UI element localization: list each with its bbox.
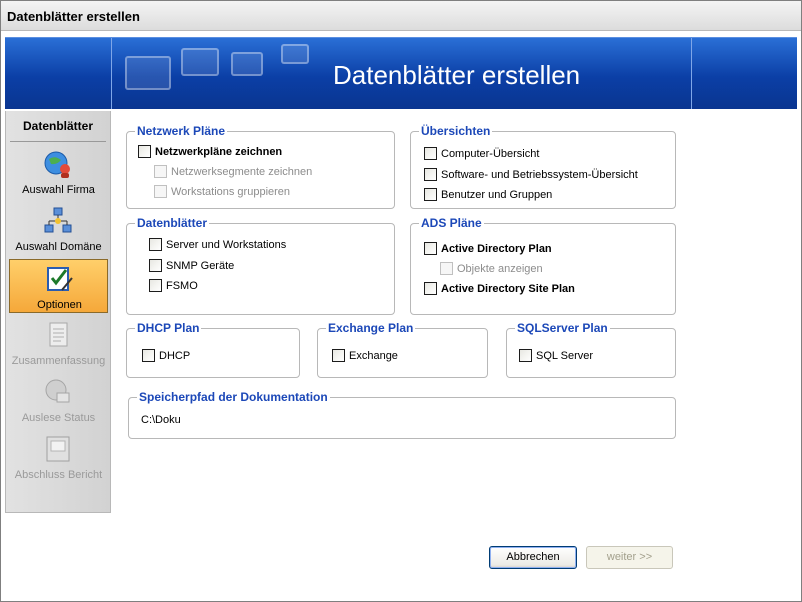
computer-graphic xyxy=(125,56,171,90)
title-bar[interactable]: Datenblätter erstellen xyxy=(1,1,801,31)
computer-graphic xyxy=(281,44,309,64)
nav-item-auswahl-firma[interactable]: Auswahl Firma xyxy=(9,145,108,199)
fsmo-checkbox[interactable]: FSMO xyxy=(149,279,198,292)
checkbox-label: Computer-Übersicht xyxy=(441,147,540,160)
checkbox-box[interactable] xyxy=(138,145,151,158)
group-title: DHCP Plan xyxy=(135,321,202,335)
checkbox-box[interactable] xyxy=(149,279,162,292)
checkbox-box[interactable] xyxy=(332,349,345,362)
sql-server-checkbox[interactable]: SQL Server xyxy=(519,349,593,362)
dhcp-checkbox[interactable]: DHCP xyxy=(142,349,190,362)
checkbox-label: Server und Workstations xyxy=(166,238,287,251)
checkbox-box[interactable] xyxy=(440,262,453,275)
group-uebersichten: Übersichten Computer-Übersicht Software-… xyxy=(410,124,676,209)
group-speicherpfad: Speicherpfad der Dokumentation C:\Doku xyxy=(128,390,676,439)
globe-user-icon xyxy=(44,151,70,178)
snmp-geraete-checkbox[interactable]: SNMP Geräte xyxy=(149,259,234,272)
checkbox-label: SQL Server xyxy=(536,349,594,362)
group-title: Datenblätter xyxy=(135,216,210,230)
nav-item-auslese-status[interactable]: Auslese Status xyxy=(9,373,108,427)
banner-divider xyxy=(111,38,112,109)
nav-label: Optionen xyxy=(37,299,82,311)
checkbox-box[interactable] xyxy=(154,165,167,178)
checkbox-box[interactable] xyxy=(424,242,437,255)
nav-item-zusammenfassung[interactable]: Zusammenfassung xyxy=(9,316,108,370)
checkbox-label: Active Directory Plan xyxy=(441,242,552,255)
banner-title: Datenblätter erstellen xyxy=(333,60,581,90)
nav-label: Abschluss Bericht xyxy=(14,469,103,481)
computer-graphic xyxy=(231,52,263,76)
options-panel: Netzwerk Pläne Netzwerkpläne zeichnen Ne… xyxy=(111,111,797,577)
group-title: ADS Pläne xyxy=(419,216,484,230)
checkbox-box[interactable] xyxy=(424,147,437,160)
group-sqlserver-plan: SQLServer Plan SQL Server xyxy=(506,321,676,378)
benutzer-gruppen-checkbox[interactable]: Benutzer und Gruppen xyxy=(424,188,552,201)
netzwerksegmente-checkbox[interactable]: Netzwerksegmente zeichnen xyxy=(154,165,312,178)
nav-item-optionen[interactable]: Optionen xyxy=(9,259,108,313)
checkbox-label: Objekte anzeigen xyxy=(457,262,543,275)
nav-label: Auswahl Firma xyxy=(22,184,95,196)
checkbox-label: DHCP xyxy=(159,349,191,362)
nav-item-abschluss-bericht[interactable]: Abschluss Bericht xyxy=(9,430,108,484)
group-title: Exchange Plan xyxy=(326,321,416,335)
checkbox-label: Netzwerksegmente zeichnen xyxy=(171,165,313,178)
checkbox-label: Benutzer und Gruppen xyxy=(441,188,553,201)
checkbox-label: Netzwerkpläne zeichnen xyxy=(155,145,283,158)
group-title: Speicherpfad der Dokumentation xyxy=(137,390,330,404)
software-uebersicht-checkbox[interactable]: Software- und Betriebssystem-Übersicht xyxy=(424,168,638,181)
group-netzwerk-plaene: Netzwerk Pläne Netzwerkpläne zeichnen Ne… xyxy=(126,124,395,209)
checkbox-label: Exchange xyxy=(349,349,398,362)
checkbox-box[interactable] xyxy=(149,238,162,251)
nav-label: Auswahl Domäne xyxy=(15,241,102,253)
exchange-checkbox[interactable]: Exchange xyxy=(332,349,398,362)
report-icon xyxy=(46,436,70,462)
wizard-sidebar: Datenblätter Auswahl Firma Auswahl Domän… xyxy=(5,111,111,513)
window-title: Datenblätter erstellen xyxy=(7,9,140,24)
objekte-anzeigen-checkbox[interactable]: Objekte anzeigen xyxy=(440,262,543,275)
next-button[interactable]: weiter >> xyxy=(586,546,673,569)
active-directory-plan-checkbox[interactable]: Active Directory Plan xyxy=(424,242,552,255)
checkbox-box[interactable] xyxy=(519,349,532,362)
banner-divider xyxy=(691,38,692,109)
sidebar-heading: Datenblätter xyxy=(22,119,93,133)
workstations-gruppieren-checkbox[interactable]: Workstations gruppieren xyxy=(154,185,290,198)
checkbox-label: SNMP Geräte xyxy=(166,259,235,272)
netzwerkplaene-checkbox[interactable]: Netzwerkpläne zeichnen xyxy=(138,145,282,158)
checkbox-box[interactable] xyxy=(424,282,437,295)
checkbox-label: Software- und Betriebssystem-Übersicht xyxy=(441,168,638,181)
group-exchange-plan: Exchange Plan Exchange xyxy=(317,321,488,378)
group-ads-plaene: ADS Pläne Active Directory Plan Objekte … xyxy=(410,216,676,315)
header-banner: Datenblätter erstellen xyxy=(5,37,797,109)
checklist-icon xyxy=(47,267,73,291)
group-title: SQLServer Plan xyxy=(515,321,610,335)
group-datenblaetter: Datenblätter Server und Workstations SNM… xyxy=(126,216,395,315)
nav-label: Auslese Status xyxy=(21,412,96,424)
checkbox-box[interactable] xyxy=(149,259,162,272)
globe-status-icon xyxy=(45,379,70,403)
server-workstations-checkbox[interactable]: Server und Workstations xyxy=(149,238,286,251)
checkbox-label: Active Directory Site Plan xyxy=(441,282,575,295)
computer-graphic xyxy=(181,48,219,76)
checkbox-box[interactable] xyxy=(424,168,437,181)
network-icon xyxy=(44,207,72,233)
checkbox-box[interactable] xyxy=(154,185,167,198)
document-icon xyxy=(49,322,68,347)
active-directory-site-plan-checkbox[interactable]: Active Directory Site Plan xyxy=(424,282,575,295)
checkbox-label: Workstations gruppieren xyxy=(171,185,291,198)
checkbox-box[interactable] xyxy=(142,349,155,362)
group-title: Übersichten xyxy=(419,124,493,138)
group-dhcp-plan: DHCP Plan DHCP xyxy=(126,321,300,378)
sidebar-divider xyxy=(10,141,106,142)
group-title: Netzwerk Pläne xyxy=(135,124,228,138)
computer-uebersicht-checkbox[interactable]: Computer-Übersicht xyxy=(424,147,539,160)
nav-item-auswahl-domaene[interactable]: Auswahl Domäne xyxy=(9,202,108,256)
nav-label: Zusammenfassung xyxy=(11,355,106,367)
cancel-button[interactable]: Abbrechen xyxy=(489,546,577,569)
documentation-path-value[interactable]: C:\Doku xyxy=(141,414,181,426)
checkbox-box[interactable] xyxy=(424,188,437,201)
wizard-window: Datenblätter erstellen Datenblätter erst… xyxy=(0,0,802,602)
checkbox-label: FSMO xyxy=(166,279,198,292)
